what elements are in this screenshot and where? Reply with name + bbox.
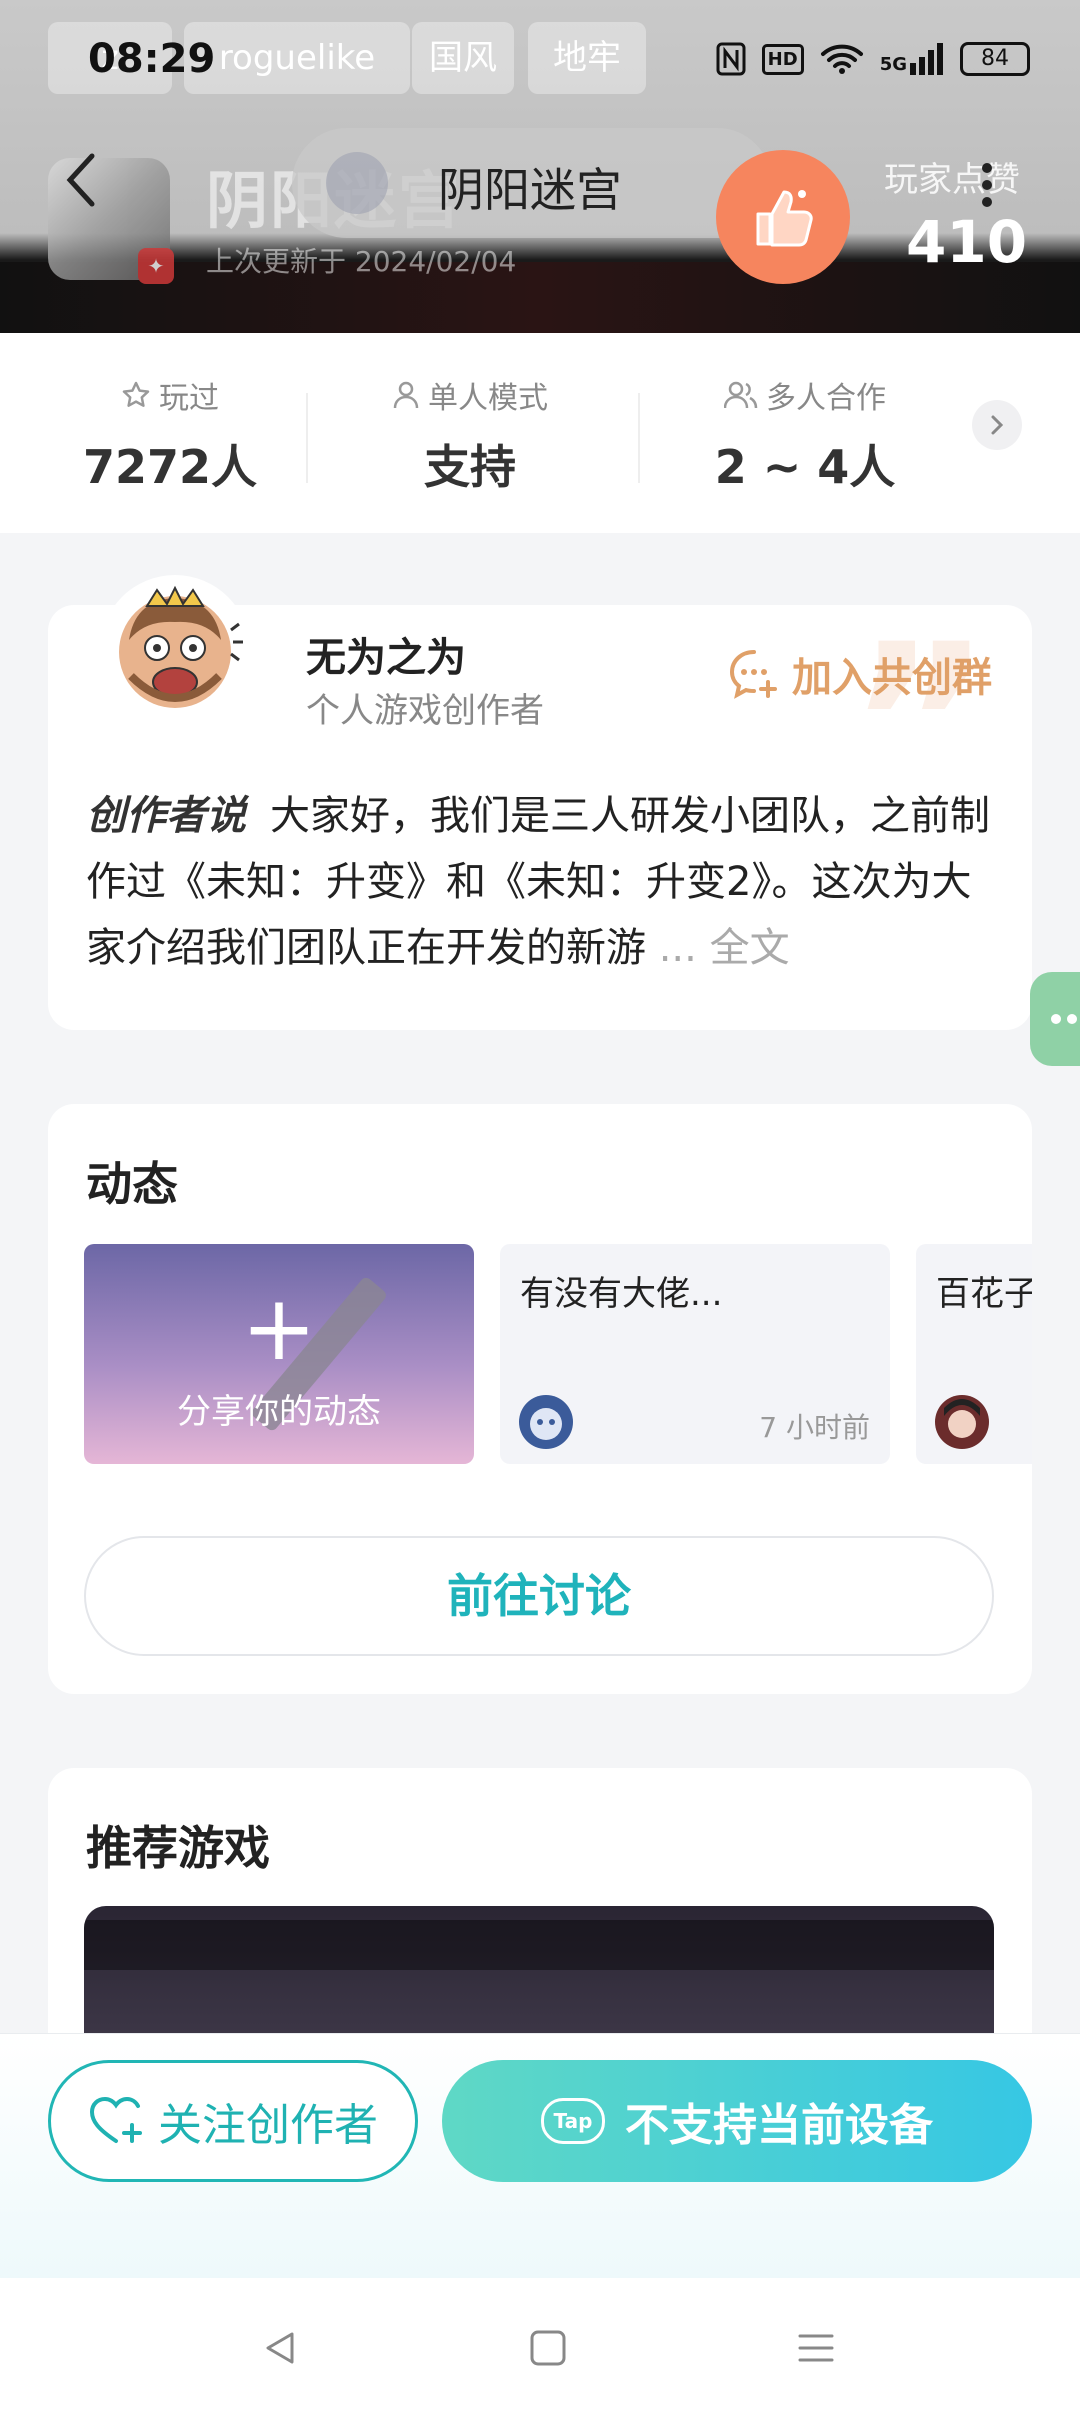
unsupported-device-button[interactable]: Tap 不支持当前设备 xyxy=(442,2060,1032,2182)
bottom-action-bar: 关注创作者 Tap 不支持当前设备 xyxy=(0,2033,1080,2278)
chat-add-icon xyxy=(729,650,777,699)
like-button[interactable] xyxy=(716,150,850,284)
moments-card: 动态 + 分享你的动态 有没有大佬... 7 小时前 百花子 前往讨论 xyxy=(48,1104,1032,1694)
nav-home-button[interactable] xyxy=(518,2318,578,2378)
share-moment-tile[interactable]: + 分享你的动态 xyxy=(84,1244,474,1464)
creator-says-label: 创作者说 xyxy=(86,793,246,839)
follow-creator-label: 关注创作者 xyxy=(158,2100,378,2151)
pill-title: 阴阳迷宫 xyxy=(438,163,622,217)
system-nav-bar xyxy=(0,2278,1080,2414)
last-updated: 上次更新于 2024/02/04 xyxy=(206,245,517,278)
stat-played-label: 玩过 xyxy=(159,381,219,416)
stats-row[interactable]: 玩过 7272人 单人模式 支持 多人合作 2 ~ 4人 xyxy=(0,333,1080,533)
read-more-link[interactable]: ... 全文 xyxy=(659,925,790,971)
nav-menu-button[interactable] xyxy=(786,2318,846,2378)
stats-more-button[interactable] xyxy=(972,400,1022,450)
person-icon xyxy=(393,381,419,409)
status-time: 08:29 xyxy=(88,36,216,82)
taptap-logo-icon: Tap xyxy=(541,2098,605,2144)
follow-creator-button[interactable]: 关注创作者 xyxy=(48,2060,418,2182)
stat-played-value: 7272人 xyxy=(82,440,258,494)
back-button[interactable] xyxy=(40,130,120,230)
dots-icon xyxy=(1051,1014,1077,1024)
creator-role: 个人游戏创作者 xyxy=(306,691,544,731)
game-icon-badge: ✦ xyxy=(138,248,174,284)
unsupported-device-label: 不支持当前设备 xyxy=(625,2100,933,2151)
creator-says[interactable]: 创作者说 大家好，我们是三人研发小团队，之前制作过《未知：升变》和《未知：升变2》… xyxy=(86,783,1006,981)
chevron-left-icon xyxy=(66,153,95,207)
join-group-label: 加入共创群 xyxy=(792,655,992,701)
status-bar: 08:29 HD 5G 84 xyxy=(0,0,1080,110)
people-icon xyxy=(724,381,758,409)
stat-multi-label: 多人合作 xyxy=(766,381,886,416)
wifi-icon xyxy=(820,44,863,74)
triangle-back-icon xyxy=(266,2332,294,2364)
avatar xyxy=(519,1395,573,1449)
divider xyxy=(306,393,308,483)
network-type: 5G xyxy=(879,54,907,75)
creator-avatar[interactable] xyxy=(100,575,250,725)
join-group-button[interactable]: 加入共创群 xyxy=(728,645,992,703)
stat-single-value: 支持 xyxy=(424,440,516,494)
status-icons: HD 5G 84 xyxy=(716,42,1030,76)
chevron-right-icon xyxy=(991,415,1004,435)
game-header: z roguelike 国风 地牢 08:29 HD 5G 84 ✦ 阴阳迷宫 … xyxy=(0,0,1080,333)
stat-single-label: 单人模式 xyxy=(428,381,548,416)
recommend-title: 推荐游戏 xyxy=(86,1821,270,1875)
pill-avatar xyxy=(326,152,388,214)
stat-multi: 多人合作 2 ~ 4人 xyxy=(700,373,910,497)
creator-card: ” 无为之为 个人游戏创作者 加入共创群 创作者说 大家好，我们是三人研发小团队，… xyxy=(48,575,1032,1030)
thumbs-up-icon xyxy=(756,190,813,247)
stat-played: 玩过 7272人 xyxy=(80,373,260,497)
square-home-icon xyxy=(530,2330,566,2366)
moment-post-title: 有没有大佬... xyxy=(520,1274,723,1314)
creator-name[interactable]: 无为之为 xyxy=(306,625,466,683)
creator-avatar-image xyxy=(119,585,243,708)
stat-single: 单人模式 支持 xyxy=(370,373,570,497)
stat-multi-value: 2 ~ 4人 xyxy=(714,440,896,494)
go-discussion-button[interactable]: 前往讨论 xyxy=(84,1536,994,1656)
nfc-icon xyxy=(716,42,746,76)
divider xyxy=(638,393,640,483)
moment-post[interactable]: 有没有大佬... 7 小时前 xyxy=(500,1244,890,1464)
floating-chat-button[interactable] xyxy=(1030,972,1080,1066)
title-pill[interactable]: 阴阳迷宫 xyxy=(292,128,772,238)
moment-post[interactable]: 百花子 xyxy=(916,1244,1032,1464)
nav-back-button[interactable] xyxy=(250,2318,310,2378)
share-moment-label: 分享你的动态 xyxy=(177,1392,381,1432)
moment-post-title: 百花子 xyxy=(936,1274,1032,1314)
game-hud xyxy=(84,1920,994,1970)
5g-signal-icon: 5G xyxy=(880,43,944,75)
heart-plus-icon xyxy=(89,2096,142,2143)
star-icon xyxy=(122,381,150,407)
more-vertical-icon xyxy=(982,163,992,207)
menu-icon xyxy=(798,2334,834,2362)
hd-icon: HD xyxy=(761,43,804,75)
avatar xyxy=(935,1395,989,1449)
battery-indicator: 84 xyxy=(960,42,1030,76)
moments-title: 动态 xyxy=(86,1157,178,1211)
more-options-button[interactable] xyxy=(952,140,1022,230)
plus-icon: + xyxy=(241,1276,317,1381)
signal-bars-icon xyxy=(910,43,943,75)
moment-post-time: 7 小时前 xyxy=(759,1411,870,1444)
